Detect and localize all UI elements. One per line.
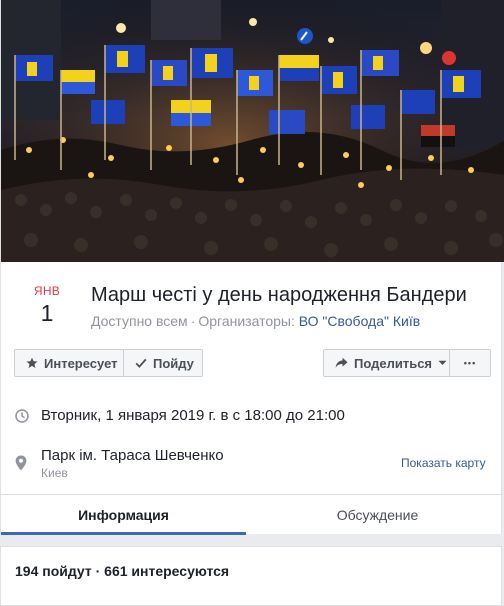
place-city: Киев [41, 466, 68, 480]
organizers-label: Организаторы: [198, 313, 295, 329]
interested-button[interactable]: Интересует [14, 349, 124, 377]
more-dots-icon: ••• [463, 358, 477, 368]
star-icon [26, 357, 38, 368]
attendance-card: 194 пойдут · 661 интересуются [0, 546, 502, 606]
event-cover-photo[interactable] [1, 0, 504, 262]
event-date-badge: ЯНВ 1 [23, 284, 71, 327]
event-subtitle: Доступно всем · Организаторы: ВО "Свобода"… [91, 313, 420, 329]
event-card: ЯНВ 1 Марш честі у день народження Банде… [0, 0, 504, 535]
more-options-button[interactable]: ••• [449, 349, 491, 377]
checkmark-icon [135, 358, 147, 368]
organizer-city[interactable]: Київ [393, 313, 420, 329]
location-pin-icon [15, 455, 29, 476]
event-place-row: Парк ім. Тараса Шевченко Киев [15, 447, 224, 480]
event-tabs: Информация Обсуждение [1, 494, 503, 535]
separator: · [190, 313, 196, 329]
organizer-link[interactable]: ВО "Свобода" [299, 313, 389, 329]
tab-information[interactable]: Информация [1, 495, 246, 535]
crowd-torch-march-image [1, 0, 504, 262]
share-arrow-icon [335, 357, 348, 368]
place-name[interactable]: Парк ім. Тараса Шевченко [41, 447, 224, 464]
chevron-down-icon [438, 360, 447, 365]
event-visibility: Доступно всем [91, 313, 188, 329]
event-month: ЯНВ [33, 284, 61, 298]
event-day: 1 [40, 300, 54, 326]
event-time-row: Вторник, 1 января 2019 г. в с 18:00 до 2… [15, 407, 345, 428]
clock-icon [15, 409, 29, 428]
attendance-stats[interactable]: 194 пойдут · 661 интересуются [15, 563, 229, 579]
show-map-link[interactable]: Показать карту [401, 456, 486, 470]
going-label: Пойду [153, 355, 194, 371]
going-button[interactable]: Пойду [123, 349, 203, 377]
event-title: Марш честі у день народження Бандери [91, 284, 467, 306]
event-datetime: Вторник, 1 января 2019 г. в с 18:00 до 2… [41, 407, 345, 424]
interested-label: Интересует [44, 355, 118, 371]
share-button[interactable]: Поделиться [323, 349, 450, 377]
tab-discussion[interactable]: Обсуждение [252, 495, 503, 535]
share-label: Поделиться [354, 355, 433, 371]
